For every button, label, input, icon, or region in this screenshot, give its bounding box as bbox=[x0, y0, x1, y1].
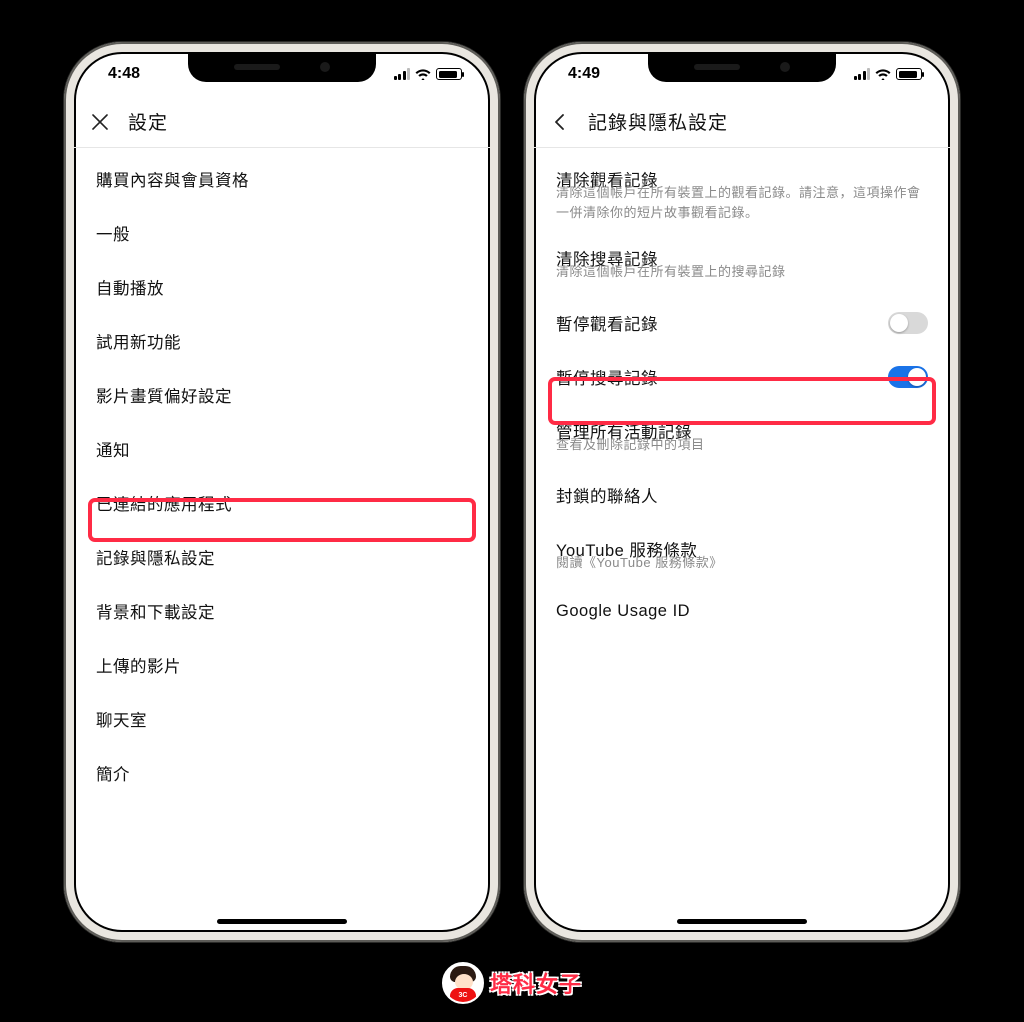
menu-item-tryfeatures[interactable]: 試用新功能 bbox=[74, 314, 490, 368]
menu-item-livechat[interactable]: 聊天室 bbox=[74, 692, 490, 746]
status-icons bbox=[854, 68, 923, 80]
notch bbox=[188, 52, 376, 82]
menu-item-connectedapps[interactable]: 已連結的應用程式 bbox=[74, 476, 490, 530]
privacy-list: 清除觀看記錄 清除這個帳戶在所有裝置上的觀看記錄。請注意，這項操作會一併清除你的… bbox=[534, 148, 950, 640]
menu-item-pause-search-history[interactable]: 暫停搜尋記錄 bbox=[534, 350, 950, 404]
nav-bar: 設定 bbox=[74, 96, 490, 148]
menu-item-google-usage-id[interactable]: Google Usage ID bbox=[534, 587, 950, 636]
menu-item-general[interactable]: 一般 bbox=[74, 206, 490, 260]
status-time: 4:49 bbox=[568, 65, 600, 83]
menu-item-pause-watch-history[interactable]: 暫停觀看記錄 bbox=[534, 296, 950, 350]
cellular-icon bbox=[854, 68, 871, 80]
menu-item-autoplay[interactable]: 自動播放 bbox=[74, 260, 490, 314]
phone-left: 4:48 設定 購買內容與會員資格 一般 自動播放 試用新功能 影片畫質偏好設定 bbox=[64, 42, 500, 942]
menu-item-background-download[interactable]: 背景和下載設定 bbox=[74, 584, 490, 638]
cellular-icon bbox=[394, 68, 411, 80]
menu-item-history-privacy[interactable]: 記錄與隱私設定 bbox=[74, 530, 490, 584]
menu-item-uploads[interactable]: 上傳的影片 bbox=[74, 638, 490, 692]
menu-item-notifications[interactable]: 通知 bbox=[74, 422, 490, 476]
wifi-icon bbox=[875, 68, 891, 80]
nav-bar: 記錄與隱私設定 bbox=[534, 96, 950, 148]
menu-item-clear-search-history-sub: 清除這個帳戶在所有裝置上的搜尋記錄 bbox=[534, 262, 950, 296]
back-icon[interactable] bbox=[548, 110, 572, 134]
status-icons bbox=[394, 68, 463, 80]
notch bbox=[648, 52, 836, 82]
home-indicator bbox=[677, 919, 807, 924]
wifi-icon bbox=[415, 68, 431, 80]
menu-item-about[interactable]: 簡介 bbox=[74, 746, 490, 800]
status-time: 4:48 bbox=[108, 65, 140, 83]
watermark: 3C 塔科女子 bbox=[442, 962, 582, 1004]
settings-list: 購買內容與會員資格 一般 自動播放 試用新功能 影片畫質偏好設定 通知 已連結的… bbox=[74, 148, 490, 804]
nav-title: 記錄與隱私設定 bbox=[588, 108, 728, 135]
menu-item-youtube-tos-sub: 閱讀《YouTube 服務條款》 bbox=[534, 553, 950, 587]
watermark-avatar: 3C bbox=[442, 962, 484, 1004]
battery-icon bbox=[896, 68, 922, 80]
battery-icon bbox=[436, 68, 462, 80]
nav-title: 設定 bbox=[128, 108, 168, 135]
close-icon[interactable] bbox=[88, 110, 112, 134]
home-indicator bbox=[217, 919, 347, 924]
menu-item-blocked-contacts[interactable]: 封鎖的聯絡人 bbox=[534, 468, 950, 522]
toggle-pause-watch[interactable] bbox=[888, 312, 928, 334]
toggle-pause-search[interactable] bbox=[888, 366, 928, 388]
phone-right: 4:49 記錄與隱私設定 清除觀看記錄 清除這個帳戶在所有裝置上的觀看記錄。請注… bbox=[524, 42, 960, 942]
menu-item-purchases[interactable]: 購買內容與會員資格 bbox=[74, 152, 490, 206]
menu-item-videoquality[interactable]: 影片畫質偏好設定 bbox=[74, 368, 490, 422]
menu-item-manage-activity-sub: 查看及刪除記錄中的項目 bbox=[534, 435, 950, 469]
watermark-text: 塔科女子 bbox=[490, 967, 582, 999]
menu-item-clear-watch-history-sub: 清除這個帳戶在所有裝置上的觀看記錄。請注意，這項操作會一併清除你的短片故事觀看記… bbox=[534, 183, 950, 236]
